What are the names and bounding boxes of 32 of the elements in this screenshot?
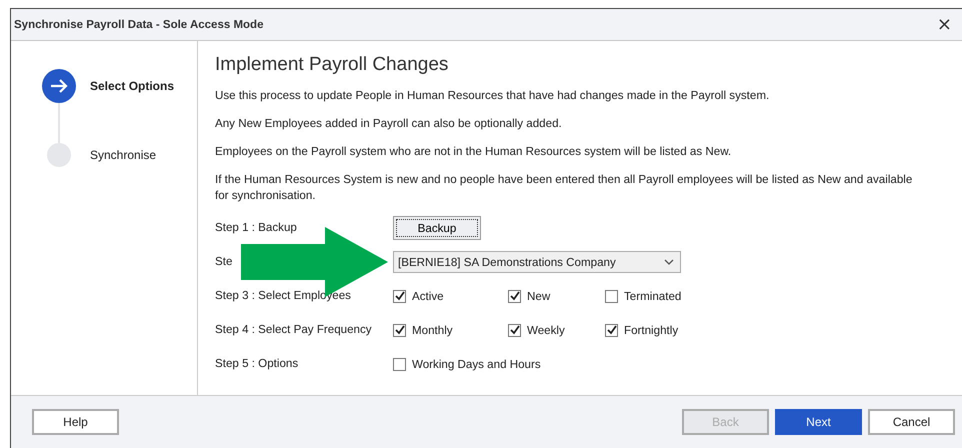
checkbox[interactable]: Active [393,290,508,302]
description-text: Any New Employees added in Payroll can also be optionally added. [215,116,563,132]
chevron-down-icon [664,259,674,265]
close-button[interactable]: × [936,16,952,34]
checkbox[interactable]: Terminated [605,290,682,302]
checkbox[interactable]: Working Days and Hours [393,358,541,370]
check-icon [394,291,404,301]
check-icon [394,325,404,335]
checkbox[interactable]: Monthly [393,324,508,336]
step-label-text: Step 1 : Backup [215,220,298,236]
step-label[interactable]: Synchronise [90,148,156,162]
window-title: Synchronise Payroll Data - Sole Access Mode [14,18,264,30]
step-label-text: Step 4 : Select Pay Frequency [215,322,373,338]
checkbox[interactable]: Weekly [508,324,605,336]
step-label-text: Step 3 : Select Employees [215,288,352,304]
company-dropdown[interactable]: [BERNIE18] SA Demonstrations Company [393,251,681,273]
check-icon [510,291,520,301]
checkbox[interactable]: New [508,290,605,302]
description-text: Employees on the Payroll system who are not in the Human Resources system will be listed as New. [215,144,732,160]
footer-button[interactable]: Cancel [868,409,955,435]
backup-button[interactable]: Backup [393,216,481,240]
step-label[interactable]: Select Options [90,79,174,93]
footer-button[interactable]: Help [32,409,119,435]
check-icon [510,325,520,335]
description-text: Use this process to update People in Human Resources that have had changes made in the Payroll system. [215,88,770,104]
description-text: If the Human Resources System is new and no people have been entered then all Payroll employees will be listed as New and available for synchronisation. [215,172,914,204]
footer-button[interactable]: Next [775,409,862,435]
step-label-text: Step 5 : Options [215,356,300,372]
step-label-text: Ste [215,254,234,270]
page-heading: Implement Payroll Changes [215,54,450,76]
checkbox[interactable]: Fortnightly [605,324,678,336]
check-icon [606,325,616,335]
